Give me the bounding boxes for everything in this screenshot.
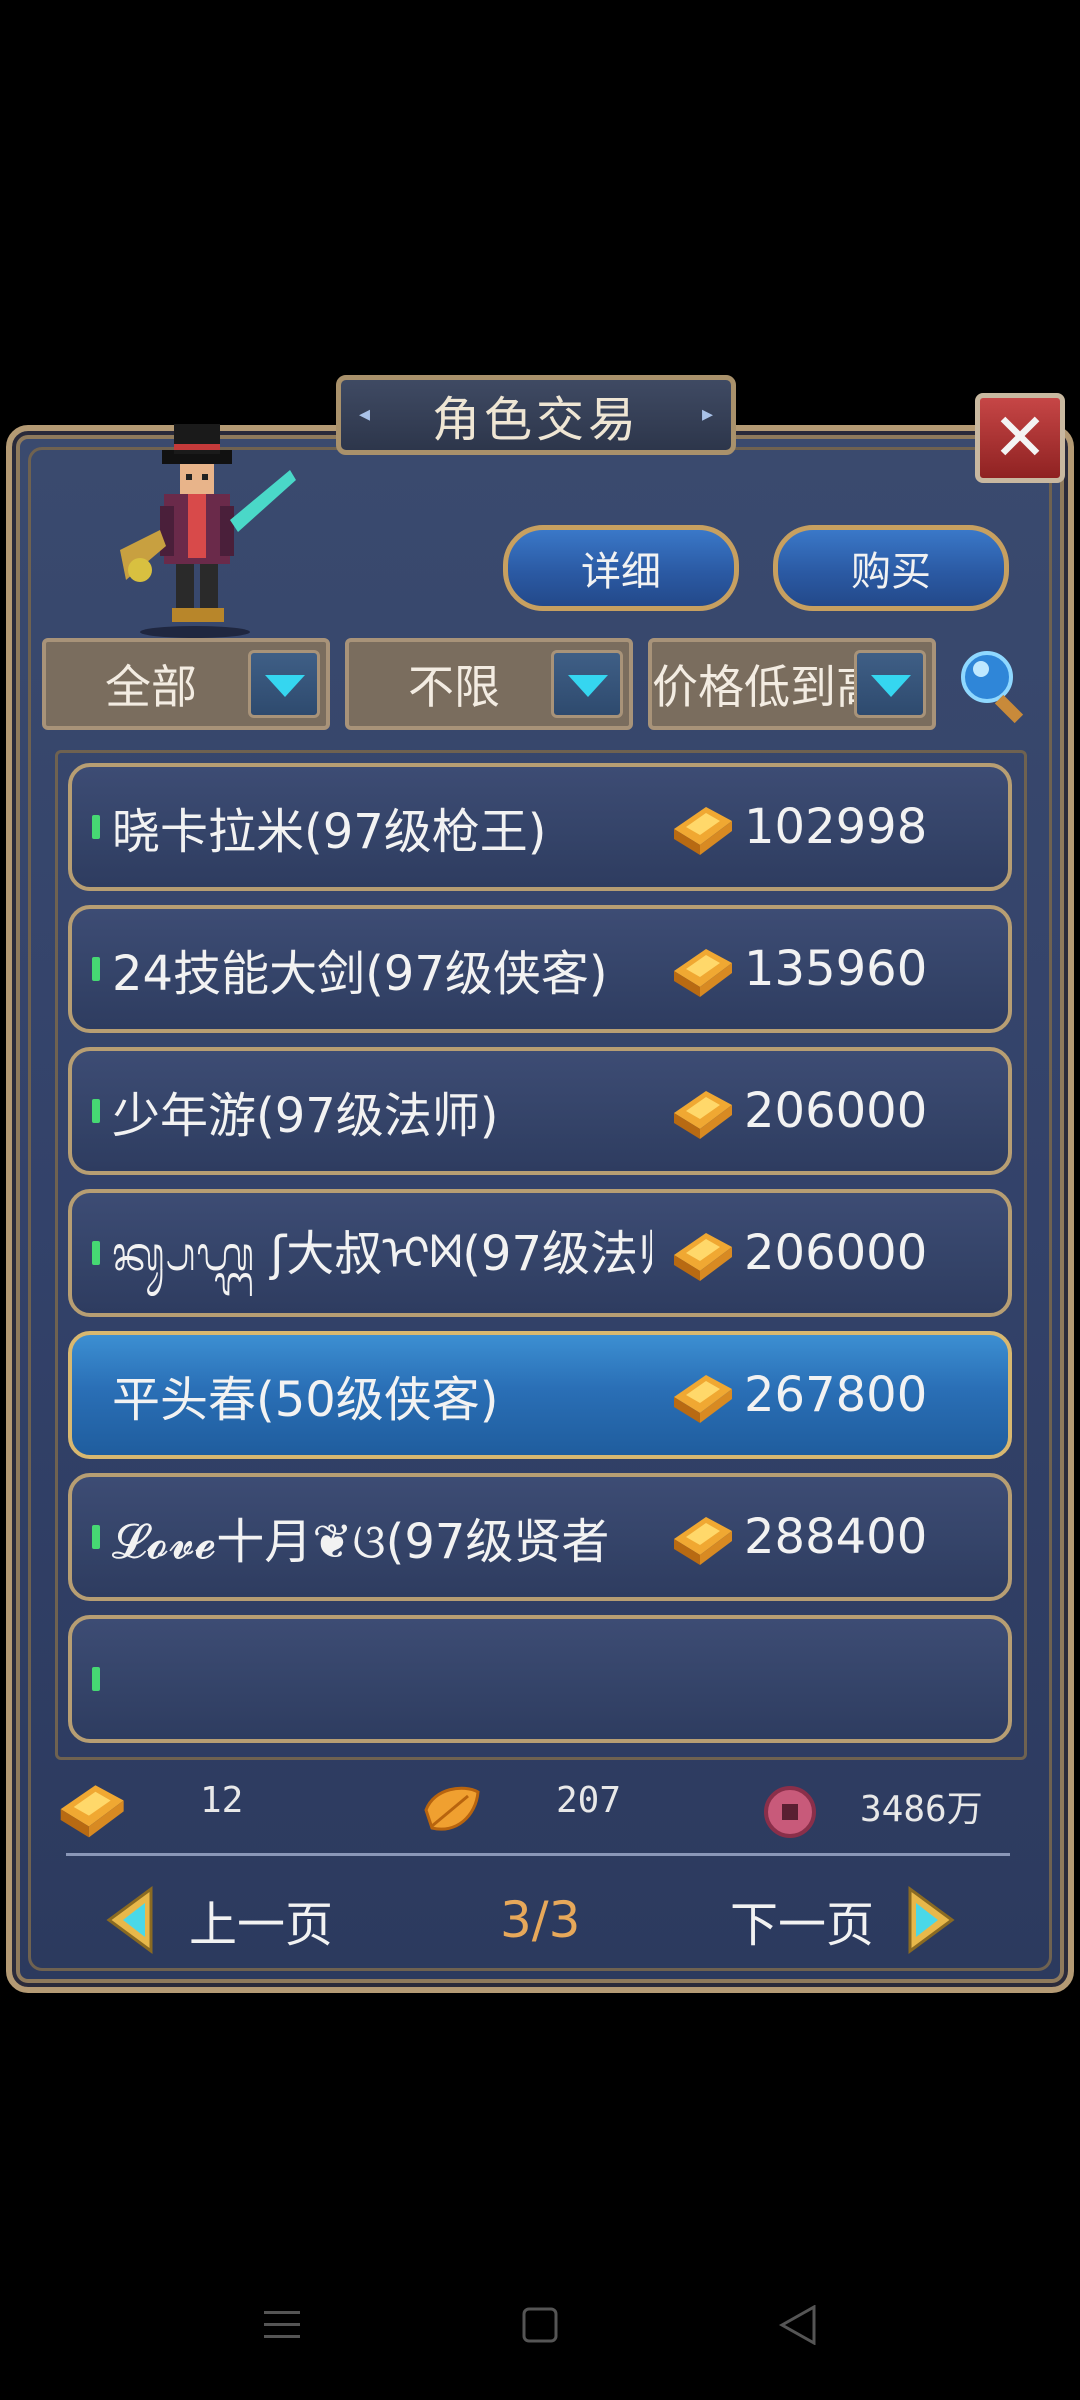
gold-ingot-icon — [674, 949, 732, 997]
sort-filter[interactable]: 价格低到高 — [648, 638, 936, 730]
screen: ◂ 角色交易 ▸ ✕ 详细 购买 全部 不限 价格低到高 晓卡拉米(97级枪王)… — [0, 0, 1080, 2400]
prev-page-label: 上一页 — [189, 1897, 334, 1953]
list-item-selected[interactable]: 平头春(50级侠客) 267800 — [68, 1331, 1012, 1459]
status-indicator — [92, 957, 100, 981]
list-item[interactable]: ᬓ᭄ᬲᬳ᭄ᬗ ʃ大叔ᢈᢂ(97级法师 206000 — [68, 1189, 1012, 1317]
gold-ingot-icon — [674, 1375, 732, 1423]
category-filter[interactable]: 全部 — [42, 638, 330, 730]
chevron-down-icon[interactable] — [248, 650, 320, 718]
leaf-icon — [424, 1786, 480, 1831]
next-page-label: 下一页 — [730, 1897, 875, 1953]
title-right-ornament-icon: ▸ — [701, 402, 713, 427]
listing-name: 24技能大剑(97级侠客) — [112, 946, 608, 1002]
listing-name: 平头春(50级侠客) — [112, 1372, 499, 1428]
close-icon: ✕ — [992, 399, 1048, 476]
home-icon[interactable] — [520, 2305, 560, 2345]
title-left-ornament-icon: ◂ — [359, 402, 371, 427]
listing-price: 206000 — [744, 1225, 928, 1281]
back-icon[interactable] — [778, 2305, 818, 2345]
coin-balance: 3486万 — [860, 1789, 983, 1830]
level-filter-label: 不限 — [408, 660, 500, 714]
status-indicator — [92, 1241, 100, 1265]
status-indicator — [92, 1525, 100, 1549]
gold-balance: 12 — [200, 1780, 244, 1821]
listing-price: 267800 — [744, 1367, 928, 1423]
search-icon[interactable] — [955, 645, 1035, 725]
status-indicator — [92, 1667, 100, 1691]
character-avatar — [120, 424, 296, 638]
chevron-down-icon[interactable] — [551, 650, 623, 718]
list-item[interactable]: 24技能大剑(97级侠客) 135960 — [68, 905, 1012, 1033]
page-indicator: 3/3 — [500, 1891, 581, 1949]
status-indicator — [92, 815, 100, 839]
gold-ingot-icon — [674, 1091, 732, 1139]
list-item[interactable]: 少年游(97级法师) 206000 — [68, 1047, 1012, 1175]
listing-price: 102998 — [744, 799, 928, 855]
detail-button[interactable]: 详细 — [503, 525, 739, 611]
prev-page-button[interactable]: 上一页 — [105, 1880, 333, 1960]
list-item-empty[interactable] — [68, 1615, 1012, 1743]
status-indicator — [92, 1099, 100, 1123]
list-item[interactable]: 晓卡拉米(97级枪王) 102998 — [68, 763, 1012, 891]
listing-name: ᬓ᭄ᬲᬳ᭄ᬗ ʃ大叔ᢈᢂ(97级法师 — [112, 1226, 652, 1282]
leaf-balance: 207 — [556, 1780, 622, 1821]
coin-icon — [764, 1786, 816, 1838]
gold-ingot-icon — [674, 807, 732, 855]
sort-filter-label: 价格低到高 — [652, 660, 862, 714]
buy-button[interactable]: 购买 — [773, 525, 1009, 611]
arrow-left-icon — [106, 1886, 153, 1954]
arrow-right-icon — [908, 1886, 955, 1954]
window-title: 角色交易 — [431, 392, 640, 448]
listing-price: 206000 — [744, 1083, 928, 1139]
gold-ingot-icon — [674, 1517, 732, 1565]
level-filter[interactable]: 不限 — [345, 638, 633, 730]
divider — [66, 1853, 1010, 1856]
listing-price: 135960 — [744, 941, 928, 997]
title-tab: ◂ 角色交易 ▸ — [336, 375, 736, 455]
listing-name — [112, 1619, 712, 1739]
category-filter-label: 全部 — [105, 660, 197, 714]
listing-price: 288400 — [744, 1509, 928, 1565]
list-item[interactable]: 𝓛𝓸𝓿𝓮十月❦ଓ(97级贤者 288400 — [68, 1473, 1012, 1601]
gold-ingot-icon — [60, 1785, 124, 1838]
listing-name: 𝓛𝓸𝓿𝓮十月❦ଓ(97级贤者 — [112, 1514, 610, 1570]
next-page-button[interactable]: 下一页 — [730, 1880, 956, 1960]
gold-ingot-icon — [674, 1233, 732, 1281]
chevron-down-icon[interactable] — [854, 650, 926, 718]
listing-name: 晓卡拉米(97级枪王) — [112, 804, 547, 860]
menu-icon[interactable] — [262, 2305, 302, 2345]
listing-name: 少年游(97级法师) — [112, 1088, 499, 1144]
close-button[interactable]: ✕ — [975, 393, 1065, 483]
